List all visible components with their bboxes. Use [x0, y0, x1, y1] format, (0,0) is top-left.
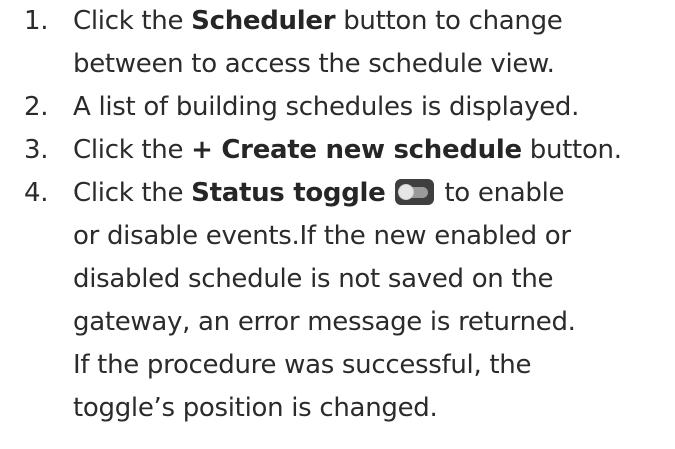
step-line: Click the + Create new schedule button.	[73, 129, 675, 172]
step-line: Click the Scheduler button to change	[73, 0, 675, 43]
step-number: 1.	[24, 6, 49, 36]
step-text: Click the	[73, 135, 192, 165]
step-2: 2. A list of building schedules is displ…	[0, 86, 675, 129]
step-3: 3. Click the + Create new schedule butto…	[0, 129, 675, 172]
step-line: If the procedure was successful, the	[73, 350, 532, 380]
step-line: or disable events.If the new enabled or	[73, 221, 571, 251]
step-line: A list of building schedules is displaye…	[73, 92, 580, 122]
procedure-steps-list: 1. Click the Scheduler button to change …	[0, 0, 675, 430]
step-number: 3.	[24, 135, 49, 165]
step-line: gateway, an error message is returned.	[73, 307, 576, 337]
step-line: toggle’s position is changed.	[73, 393, 438, 423]
create-new-schedule-button-label: + Create new schedule	[191, 135, 522, 165]
toggle-switch-icon	[395, 179, 435, 205]
step-4: 4. Click the Status toggle to enable or …	[0, 172, 675, 430]
step-text: button.	[521, 135, 622, 165]
status-toggle-label: Status toggle	[191, 178, 386, 208]
step-number: 2.	[24, 92, 49, 122]
step-number: 4.	[24, 178, 49, 208]
step-text: Click the	[73, 6, 192, 36]
step-text: Click the	[73, 178, 192, 208]
step-text: button to change	[335, 6, 563, 36]
step-line: between to access the schedule view.	[73, 49, 555, 79]
step-line: disabled schedule is not saved on the	[73, 264, 554, 294]
step-1: 1. Click the Scheduler button to change …	[0, 0, 675, 86]
step-line: Click the Status toggle to enable	[73, 172, 675, 215]
step-text: to enable	[436, 178, 565, 208]
scheduler-button-label: Scheduler	[191, 6, 336, 36]
